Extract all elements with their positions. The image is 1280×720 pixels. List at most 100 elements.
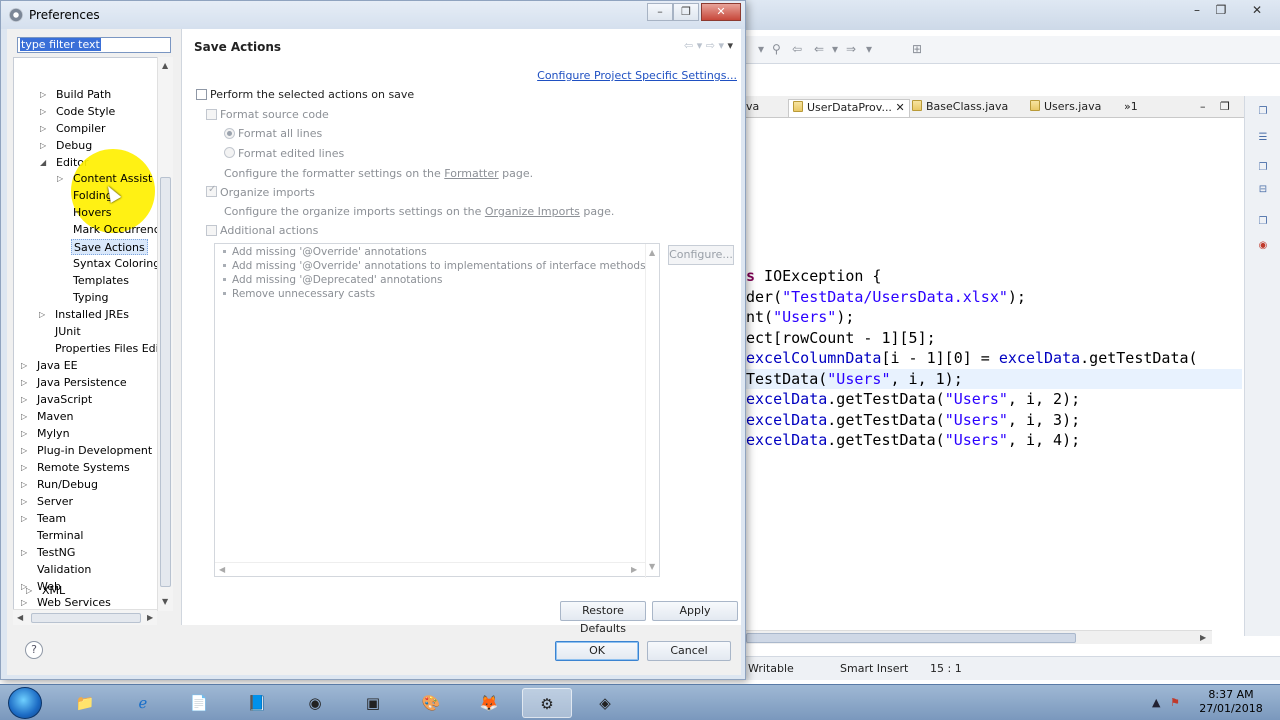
scroll-up-icon[interactable]: ▲ [649,248,655,257]
tree-item-save-actions[interactable]: Save Actions [71,239,148,255]
expand-icon[interactable]: ▷ [57,171,63,187]
tree-item-hovers[interactable]: Hovers [73,205,112,221]
tree-item-maven[interactable]: ▷ Maven [21,409,73,425]
notepad-icon[interactable]: 📄 [174,688,224,718]
tree-item-terminal[interactable]: Terminal [37,528,84,544]
scroll-right-icon[interactable]: ▶ [1200,633,1206,642]
tree-item-plug-in-development[interactable]: ▷ Plug-in Development [21,443,152,459]
scroll-right-icon[interactable]: ▶ [631,565,637,574]
app-icon[interactable]: ◈ [580,688,630,718]
format-all-radio[interactable] [224,128,235,139]
hierarchy-icon[interactable]: ⊟ [1255,184,1271,200]
scroll-down-icon[interactable]: ▼ [162,597,168,606]
clock[interactable]: 8:37 AM 27/01/2018 [1198,688,1264,716]
expand-icon[interactable]: ▷ [21,477,27,493]
tree-item-testng[interactable]: ▷ TestNG [21,545,75,561]
help-icon[interactable]: ? [25,641,43,659]
tab-userdataprovider[interactable]: UserDataProv... ✕ [788,99,910,117]
forward-icon[interactable]: ⇨ [706,39,715,52]
network-icon[interactable]: ⚑ [1170,696,1180,709]
scroll-left-icon[interactable]: ◀ [17,613,23,622]
tree-item-templates[interactable]: Templates [73,273,129,289]
scroll-down-icon[interactable]: ▼ [649,562,655,571]
dropdown-icon[interactable]: ▾ [758,42,764,56]
format-edited-radio[interactable] [224,147,235,158]
tree-item-server[interactable]: ▷ Server [21,494,73,510]
tab-baseclass[interactable]: BaseClass.java [912,99,1008,117]
restore-icon[interactable]: ❐ [1255,162,1271,178]
tree-horizontal-scrollbar[interactable]: ◀ ▶ [13,609,157,625]
scroll-up-icon[interactable]: ▲ [162,61,168,70]
tree-item-run-debug[interactable]: ▷ Run/Debug [21,477,98,493]
restore-defaults-button[interactable]: Restore Defaults [560,601,646,635]
configure-button[interactable]: Configure... [668,245,734,265]
minimize-icon[interactable]: – [1184,2,1210,18]
tree-item-xml[interactable]: ▷ XML [26,583,65,599]
start-button[interactable] [8,687,42,719]
expand-icon[interactable]: ▷ [21,392,27,408]
view-menu-icon[interactable]: ▾ [727,39,733,52]
document-icon[interactable]: 📘 [232,688,282,718]
forward-icon[interactable]: ⇒ [846,42,856,56]
tree-item-mylyn[interactable]: ▷ Mylyn [21,426,70,442]
testng-icon[interactable]: ◉ [1255,240,1271,256]
tree-item-syntax-coloring[interactable]: Syntax Coloring [73,256,157,272]
restore-icon[interactable]: ❐ [1255,216,1271,232]
tree-item-javascript[interactable]: ▷ JavaScript [21,392,92,408]
expand-icon[interactable]: ▷ [21,460,27,476]
tab-overflow[interactable]: »1 [1124,99,1138,117]
tree-item-java-ee[interactable]: ▷ Java EE [21,358,78,374]
additional-actions-list[interactable]: Add missing '@Override' annotations Add … [214,243,660,578]
tree-vertical-scrollbar[interactable]: ▲ ▼ [157,57,173,611]
close-icon[interactable]: ✕ [1244,2,1270,18]
filter-input[interactable]: type filter text [17,37,171,53]
expand-icon[interactable]: ▷ [26,583,32,599]
pin-icon[interactable]: ⚲ [772,42,781,56]
back-icon[interactable]: ⇦ [792,42,802,56]
chevron-down-icon[interactable]: ▾ [866,42,872,56]
tree-item-installed-jres[interactable]: ▷ Installed JREs [39,307,129,323]
pin-editor-icon[interactable]: ⊞ [912,42,922,56]
format-source-checkbox[interactable] [206,109,217,120]
terminal-icon[interactable]: ▣ [348,688,398,718]
tree-item-java-persistence[interactable]: ▷ Java Persistence [21,375,127,391]
maximize-icon[interactable]: ❐ [1220,99,1230,117]
maximize-icon[interactable]: ❐ [673,3,699,21]
expand-icon[interactable]: ▷ [21,426,27,442]
perform-actions-checkbox[interactable] [196,89,207,100]
organize-imports-link[interactable]: Organize Imports [485,205,580,218]
scroll-right-icon[interactable]: ▶ [147,613,153,622]
apply-button[interactable]: Apply [652,601,738,621]
chevron-down-icon[interactable]: ▾ [718,39,724,52]
expand-icon[interactable]: ▷ [21,511,27,527]
formatter-link[interactable]: Formatter [444,167,498,180]
editor-horizontal-scrollbar[interactable]: ▶ [746,630,1212,644]
tree-item-typing[interactable]: Typing [73,290,109,306]
tree-item-properties-files-editor[interactable]: Properties Files Editor [55,341,157,357]
expand-icon[interactable]: ▷ [21,443,27,459]
expand-icon[interactable]: ▷ [21,409,27,425]
eclipse-icon[interactable]: ⚙ [522,688,572,718]
list-vertical-scrollbar[interactable]: ▲ ▼ [645,244,659,578]
cancel-button[interactable]: Cancel [647,641,731,661]
scrollbar-thumb[interactable] [31,613,141,623]
minimize-icon[interactable]: – [1200,99,1206,117]
tree-item-remote-systems[interactable]: ▷ Remote Systems [21,460,130,476]
additional-actions-checkbox[interactable] [206,225,217,236]
chevron-down-icon[interactable]: ▾ [832,42,838,56]
tree-item-mark-occurrences[interactable]: Mark Occurrences [73,222,157,238]
expand-icon[interactable]: ▷ [21,358,27,374]
minimize-icon[interactable]: – [647,3,673,21]
tree-item-validation[interactable]: Validation [37,562,91,578]
chevron-down-icon[interactable]: ▾ [697,39,703,52]
tab-partial[interactable]: va [746,99,759,117]
restore-icon[interactable]: ❐ [1255,106,1271,122]
tab-users[interactable]: Users.java [1030,99,1101,117]
close-icon[interactable]: ✕ [701,3,741,21]
chrome-icon[interactable]: ◉ [290,688,340,718]
scrollbar-thumb[interactable] [746,633,1076,643]
outline-icon[interactable]: ☰ [1255,132,1271,148]
tray-expand-icon[interactable]: ▲ [1152,696,1160,709]
back-nav-icon[interactable]: ⇐ [814,42,824,56]
expand-icon[interactable]: ▷ [21,494,27,510]
